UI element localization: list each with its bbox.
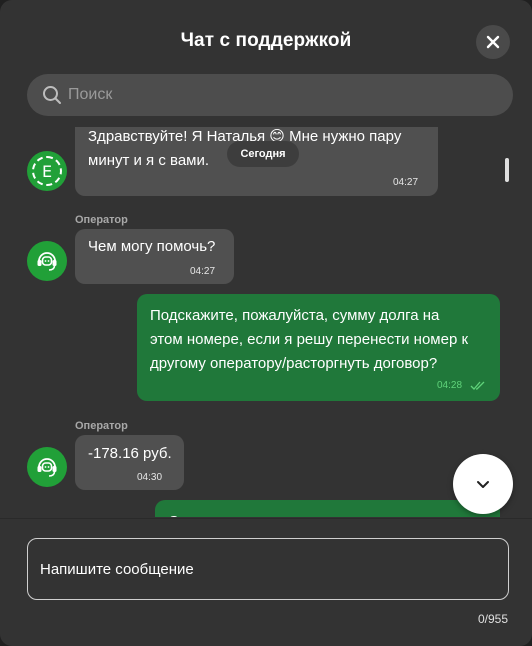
- message-text-line: -178.16 руб.: [88, 445, 172, 462]
- message-text-line: Подскажите, пожалуйста, сумму долга на: [150, 307, 440, 324]
- search-icon: [43, 86, 61, 104]
- message-bubble-outgoing: Подскажите, пожалуйста, сумму долга на э…: [137, 294, 500, 401]
- message-time: 04:30: [137, 472, 163, 483]
- message-composer[interactable]: [27, 538, 509, 600]
- chat-header: Чат с поддержкой: [0, 0, 532, 70]
- date-separator: Сегодня: [227, 141, 299, 167]
- message-time: 04:27: [190, 266, 216, 277]
- chat-title: Чат с поддержкой: [180, 30, 352, 51]
- message-text-line: минут и я с вами.: [88, 152, 210, 169]
- message-bubble-outgoing: О: [155, 500, 500, 517]
- message-bubble-incoming: -178.16 руб. 04:30: [75, 435, 184, 490]
- message-time: 04:27: [393, 177, 419, 188]
- message-text-line: другому оператору/расторгнуть договор?: [150, 355, 438, 372]
- double-check-icon: [470, 381, 485, 390]
- character-counter: 0/955: [477, 612, 508, 626]
- composer-divider: [0, 518, 532, 519]
- close-button[interactable]: [476, 25, 510, 59]
- message-list[interactable]: E Здравствуйте! Я Наталья 😊 Мне нужно па…: [0, 127, 532, 517]
- headset-icon: [37, 252, 57, 271]
- scrollbar-thumb[interactable]: [505, 158, 509, 182]
- operator-headset-icon: [27, 447, 67, 487]
- sender-name: Оператор: [75, 420, 128, 432]
- sender-name: Оператор: [75, 214, 128, 226]
- headset-icon: [37, 458, 57, 477]
- message-time: 04:28: [437, 380, 463, 391]
- message-bubble-incoming: Чем могу помочь? 04:27: [75, 229, 234, 284]
- search-box[interactable]: [27, 74, 513, 116]
- message-input[interactable]: [40, 539, 500, 599]
- chevron-down-icon: [477, 481, 489, 488]
- e-logo-icon: E: [27, 151, 67, 191]
- search-input[interactable]: [68, 74, 498, 116]
- message-text-line: Чем могу помочь?: [88, 238, 216, 255]
- close-icon: [486, 35, 500, 49]
- message-text-line: этом номере, если я решу перенести номер…: [150, 331, 469, 348]
- support-chat-panel: Чат с поддержкой E Здравствуйте! Я Натал…: [0, 0, 532, 646]
- scroll-to-bottom-button[interactable]: [453, 454, 513, 514]
- avatar-letter: E: [32, 156, 62, 186]
- operator-headset-icon: [27, 241, 67, 281]
- message-text-line: О: [168, 510, 180, 517]
